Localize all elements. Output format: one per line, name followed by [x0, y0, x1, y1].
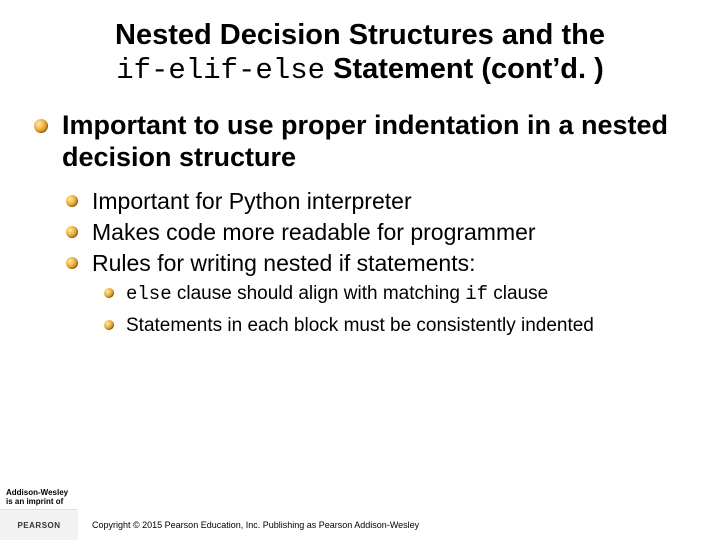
bullet-l3b: Statements in each block must be consist…	[100, 314, 690, 338]
bullet-l3a: else clause should align with matching i…	[100, 282, 690, 306]
bullet-l2c-text: Rules for writing nested if statements:	[92, 250, 476, 276]
bullet-l3a-end: clause	[488, 283, 548, 304]
bullet-l3b-text: Statements in each block must be consist…	[126, 315, 594, 336]
bullet-icon	[66, 226, 78, 238]
bullet-l2a: Important for Python interpreter	[62, 188, 690, 215]
imprint-line2: is an imprint of	[6, 497, 63, 506]
bullet-icon	[66, 257, 78, 269]
imprint-text: Addison-Wesley is an imprint of	[6, 489, 84, 506]
bullet-l1-text: Important to use proper indentation in a…	[62, 110, 668, 172]
bullet-l2b: Makes code more readable for programmer	[62, 219, 690, 246]
bullet-l2c: Rules for writing nested if statements:	[62, 250, 690, 277]
bullet-icon	[104, 320, 114, 330]
publisher-logo-text: PEARSON	[17, 521, 60, 530]
bullet-icon	[66, 195, 78, 207]
bullet-l1: Important to use proper indentation in a…	[32, 110, 690, 174]
copyright-text: Copyright © 2015 Pearson Education, Inc.…	[92, 520, 419, 530]
bullet-l3a-code1: else	[126, 283, 172, 305]
bullet-icon	[34, 119, 48, 133]
slide-title: Nested Decision Structures and the if-el…	[30, 18, 690, 88]
bullet-l3a-code2: if	[465, 283, 488, 305]
slide: Nested Decision Structures and the if-el…	[0, 0, 720, 540]
bullet-l3a-mid: clause should align with matching	[172, 283, 466, 304]
bullet-l2a-text: Important for Python interpreter	[92, 188, 412, 214]
bullet-l2b-text: Makes code more readable for programmer	[92, 219, 536, 245]
publisher-logo: PEARSON	[0, 509, 78, 540]
title-line1: Nested Decision Structures and the	[115, 19, 605, 51]
title-line2-rest: Statement (cont’d. )	[325, 53, 604, 85]
title-code: if-elif-else	[116, 54, 325, 87]
bullet-icon	[104, 288, 114, 298]
